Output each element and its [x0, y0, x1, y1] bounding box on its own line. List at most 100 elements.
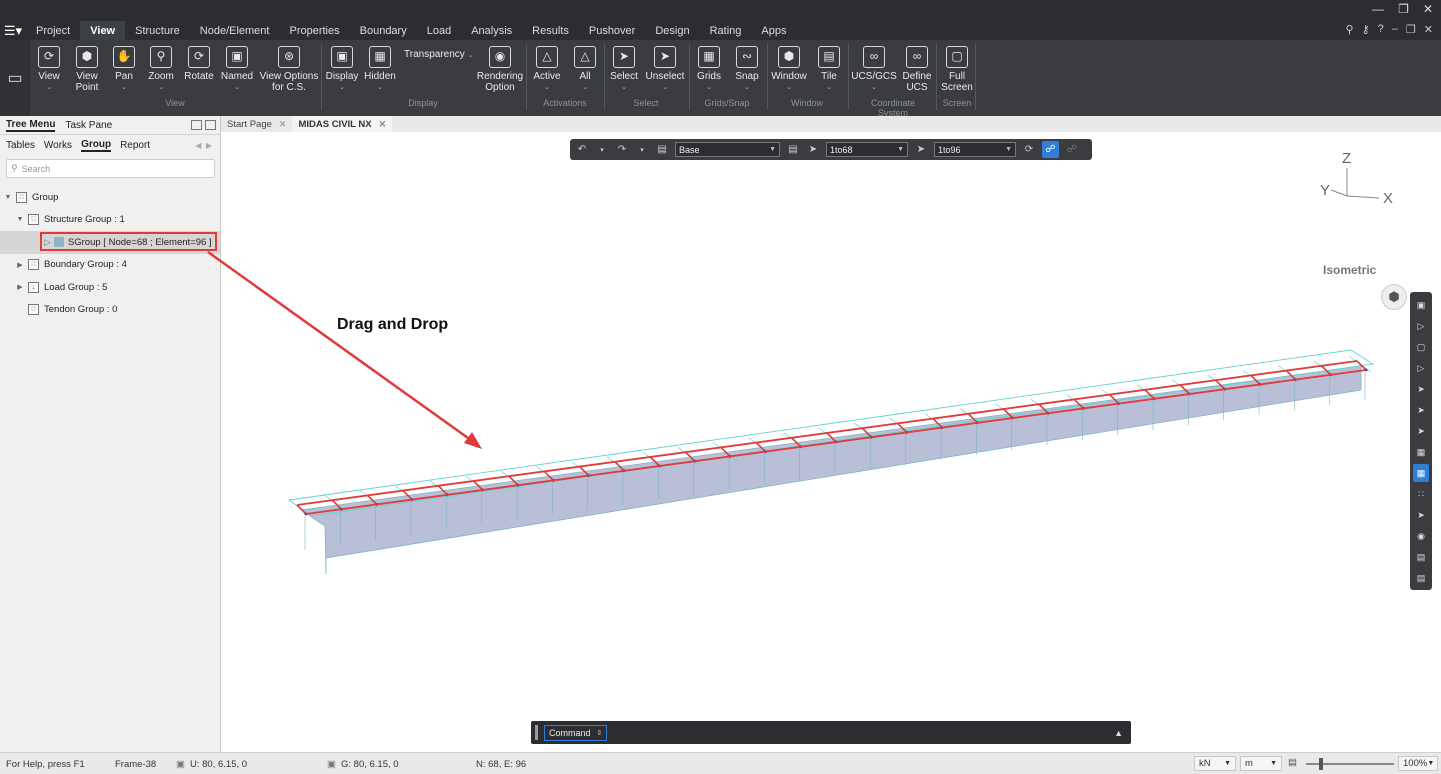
select-list-icon[interactable]: ▤ [1413, 569, 1429, 587]
select-plane-icon[interactable]: ➤ [1413, 401, 1429, 419]
doc-tab-model[interactable]: MIDAS CIVIL NX ✕ [292, 116, 393, 132]
select-identity-icon[interactable]: ◉ [1413, 527, 1429, 545]
redo-dropdown-icon[interactable]: ▾ [635, 146, 649, 154]
select-previous-icon[interactable]: ➤ [1413, 506, 1429, 524]
view-options-button[interactable]: ⊛ View Options for C.S. [258, 46, 320, 93]
tab-apps[interactable]: Apps [751, 21, 796, 40]
subtab-report[interactable]: Report [120, 140, 150, 151]
select-window-icon[interactable]: ▣ [1413, 296, 1429, 314]
tab-properties[interactable]: Properties [279, 21, 349, 40]
hidden-button[interactable]: ▦ Hidden ⌄ [357, 46, 403, 93]
model-viewport[interactable]: ↶ ▾ ↷ ▾ ▤ Base ▼ ▤ ➤ 1to68 ▼ ➤ 1to96 ▼ ⟳ ☍ … [221, 132, 1441, 752]
doc-tab-start-page[interactable]: Start Page ✕ [221, 119, 292, 130]
deck-cross-line [1172, 379, 1195, 397]
select-group-icon[interactable]: ▦ [1413, 464, 1429, 482]
select-polygon-icon[interactable]: ▷ [1413, 317, 1429, 335]
subtab-tables[interactable]: Tables [6, 140, 35, 151]
node-filter-icon[interactable]: ▤ [786, 144, 800, 155]
tab-project[interactable]: Project [26, 21, 80, 40]
named-button[interactable]: ▣ Named ⌄ [214, 46, 260, 93]
help-icon[interactable]: ? [1378, 23, 1384, 36]
select-box-icon[interactable]: ▢ [1413, 338, 1429, 356]
transparency-dropdown[interactable]: Transparency ⌄ [404, 49, 473, 60]
lock-icon[interactable]: ☍ [1042, 141, 1059, 158]
command-dropdown-icon[interactable]: ⇕ [597, 729, 603, 737]
panel-restore-icon[interactable]: ❐ [1406, 23, 1416, 36]
panel-layout-icon[interactable] [191, 120, 202, 130]
command-expand-icon[interactable]: ▲ [1114, 728, 1123, 738]
command-grip[interactable] [535, 725, 538, 740]
subtab-scroll-arrows-icon[interactable]: ◀ ▶ [195, 141, 212, 150]
tab-task-pane[interactable]: Task Pane [65, 120, 112, 131]
minimize-icon[interactable]: — [1372, 2, 1384, 16]
tab-tree-menu[interactable]: Tree Menu [6, 119, 56, 132]
close-tab-icon[interactable]: ✕ [379, 119, 387, 130]
zoom-slider-knob[interactable] [1319, 758, 1323, 770]
subtab-group[interactable]: Group [81, 139, 112, 152]
select-volume-icon[interactable]: ➤ [1413, 422, 1429, 440]
ucs-gcs-button[interactable]: ∞ UCS/GCS ⌄ [851, 46, 897, 93]
zoom-select[interactable]: 100% ▼ [1398, 756, 1438, 771]
select-monitor-icon[interactable]: ▤ [1413, 548, 1429, 566]
element-select-icon[interactable]: ➤ [914, 144, 928, 155]
refresh-icon[interactable]: ⟳ [1022, 144, 1036, 155]
rendering-option-button[interactable]: ◉ Rendering Option [476, 46, 524, 93]
tree-node-group[interactable]: ▼ ∷ Group [0, 186, 220, 209]
unlock-icon[interactable]: ☍ [1065, 144, 1079, 155]
key-icon[interactable]: ⚷ [1362, 23, 1370, 36]
length-unit-select[interactable]: m ▼ [1240, 756, 1282, 771]
unselect-button[interactable]: ➤ Unselect ⌄ [642, 46, 688, 93]
snap-button[interactable]: ∾ Snap ⌄ [724, 46, 770, 93]
layer-icon[interactable]: ▤ [655, 144, 669, 155]
select-button[interactable]: ➤ Select ⌄ [601, 46, 647, 93]
tree-search-input[interactable]: ⚲ Search [6, 159, 215, 178]
unit-settings-icon[interactable]: ▤ [1288, 757, 1297, 768]
tree-node-load-group[interactable]: ▶ ↓ Load Group : 5 [0, 276, 220, 299]
tab-load[interactable]: Load [417, 21, 461, 40]
tab-analysis[interactable]: Analysis [461, 21, 522, 40]
view-cube-icon[interactable]: ⬢ [1381, 284, 1407, 310]
full-screen-button[interactable]: ▢ Full Screen [934, 46, 980, 93]
base-select[interactable]: Base ▼ [675, 142, 780, 157]
tab-rating[interactable]: Rating [700, 21, 752, 40]
undo-dropdown-icon[interactable]: ▾ [595, 146, 609, 154]
select-intersect-icon[interactable]: ▷ [1413, 359, 1429, 377]
expand-icon[interactable]: ▶ [15, 283, 25, 291]
select-single-icon[interactable]: ➤ [1413, 380, 1429, 398]
panel-minimize-icon[interactable]: – [1392, 23, 1398, 36]
element-list-select[interactable]: 1to96 ▼ [934, 142, 1016, 157]
restore-icon[interactable]: ❐ [1398, 2, 1409, 16]
force-unit-select[interactable]: kN ▼ [1194, 756, 1236, 771]
panel-split-icon[interactable] [205, 120, 216, 130]
tree-node-boundary-group[interactable]: ▶ ∷ Boundary Group : 4 [0, 254, 220, 277]
select-node-icon[interactable]: ∷ [1413, 485, 1429, 503]
tab-design[interactable]: Design [645, 21, 699, 40]
collapse-icon[interactable]: ▼ [15, 216, 25, 223]
panel-close-icon[interactable]: ✕ [1424, 23, 1433, 36]
redo-icon[interactable]: ↷ [615, 144, 629, 155]
tab-boundary[interactable]: Boundary [350, 21, 417, 40]
expand-icon[interactable]: ▶ [15, 261, 25, 269]
subtab-works[interactable]: Works [44, 140, 72, 151]
close-icon[interactable]: ✕ [1423, 2, 1433, 16]
tab-pushover[interactable]: Pushover [579, 21, 645, 40]
undo-icon[interactable]: ↶ [575, 144, 589, 155]
tab-node-element[interactable]: Node/Element [190, 21, 280, 40]
selected-cross-beam [1321, 365, 1332, 376]
tab-view[interactable]: View [80, 21, 126, 40]
node-select-icon[interactable]: ➤ [806, 144, 820, 155]
tab-results[interactable]: Results [522, 21, 579, 40]
tile-button[interactable]: ▤ Tile ⌄ [806, 46, 852, 93]
tree-node-tendon-group[interactable]: ∷ Tendon Group : 0 [0, 299, 220, 322]
close-tab-icon[interactable]: ✕ [279, 119, 287, 130]
tree-node-structure-group[interactable]: ▼ ∷ Structure Group : 1 [0, 209, 220, 232]
tree-node-sgroup[interactable]: ▷ SGroup [ Node=68 ; Element=96 ] [0, 231, 220, 254]
command-input[interactable]: Command ⇕ [544, 724, 608, 741]
tab-structure[interactable]: Structure [125, 21, 190, 40]
search-icon[interactable]: ⚲ [1346, 23, 1354, 36]
hamburger-menu-icon[interactable]: ☰▾ [0, 21, 26, 40]
node-list-select[interactable]: 1to68 ▼ [826, 142, 908, 157]
select-property-icon[interactable]: ▦ [1413, 443, 1429, 461]
selected-cross-beam [755, 442, 766, 453]
collapse-icon[interactable]: ▼ [3, 194, 13, 201]
